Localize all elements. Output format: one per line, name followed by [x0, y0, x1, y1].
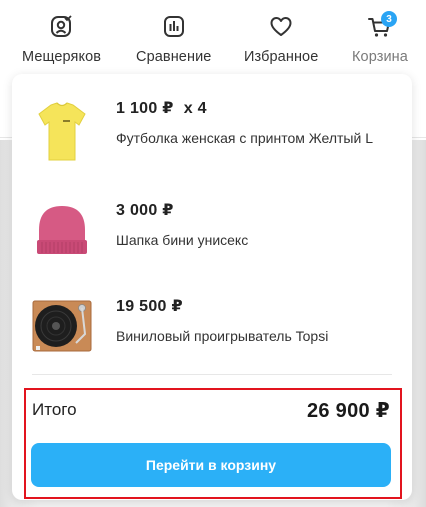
compare-chart-icon [161, 14, 187, 40]
cart-divider [32, 374, 392, 375]
cart-item-price: 19 500 ₽ [116, 298, 183, 315]
total-label: Итого [32, 400, 77, 419]
profile-icon [48, 14, 74, 40]
nav-compare-label: Сравнение [136, 49, 212, 65]
nav-favorites[interactable]: Избранное [244, 14, 318, 65]
cart-item-price-line: 19 500 ₽ [116, 296, 396, 316]
heart-icon [268, 14, 294, 40]
turntable-image [32, 296, 92, 366]
cart-item[interactable]: 1 100 ₽ x 4 Футболка женская с принтом Же… [32, 98, 392, 168]
cart-item[interactable]: 19 500 ₽ Виниловый проигрыватель Topsi [32, 296, 392, 366]
pink-beanie-image [32, 200, 92, 270]
nav-profile[interactable]: Мещеряков [22, 14, 101, 65]
cart-item-price: 1 100 ₽ [116, 100, 174, 117]
cart-item-info: 3 000 ₽ Шапка бини унисекс [116, 200, 396, 251]
cart-item-quantity: x 4 [183, 100, 207, 117]
cart-item-price: 3 000 ₽ [116, 202, 174, 219]
nav-cart[interactable]: 3 Корзина [352, 11, 408, 65]
nav-compare[interactable]: Сравнение [136, 14, 211, 65]
cart-icon: 3 [367, 11, 397, 40]
total-value: 26 900 ₽ [306, 400, 390, 422]
cart-item-name: Футболка женская с принтом Желтый L [116, 130, 373, 146]
nav-profile-label: Мещеряков [22, 49, 102, 65]
cart-item-name: Виниловый проигрыватель Topsi [116, 328, 329, 344]
cart-item-price-line: 3 000 ₽ [116, 200, 396, 220]
cart-item-info: 1 100 ₽ x 4 Футболка женская с принтом Же… [116, 98, 396, 149]
cart-count-badge: 3 [380, 11, 397, 27]
cart-item-price-line: 1 100 ₽ x 4 [116, 98, 396, 118]
cart-item-info: 19 500 ₽ Виниловый проигрыватель Topsi [116, 296, 396, 347]
nav-favorites-label: Избранное [244, 49, 319, 65]
header-nav: Мещеряков Сравнение Избранное 3 Корзина [0, 0, 426, 72]
nav-cart-label: Корзина [352, 49, 408, 65]
go-to-cart-button[interactable]: Перейти в корзину [31, 443, 391, 487]
page: Мещеряков Сравнение Избранное 3 Корзина … [0, 0, 426, 507]
yellow-tshirt-image [32, 98, 92, 168]
cart-item-name: Шапка бини унисекс [116, 232, 249, 248]
cart-item[interactable]: 3 000 ₽ Шапка бини унисекс [32, 200, 392, 270]
